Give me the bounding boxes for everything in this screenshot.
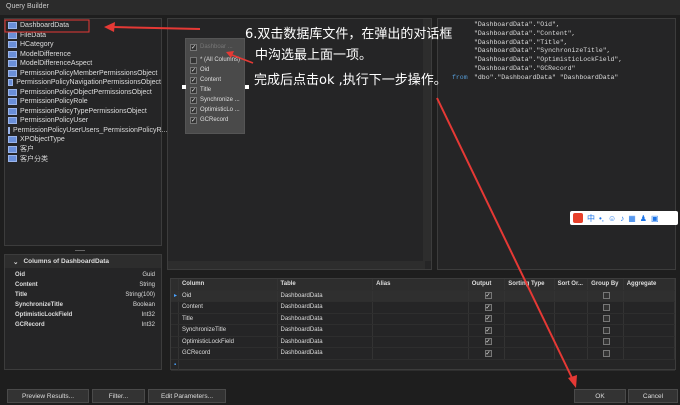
arrow-head-ok — [568, 375, 577, 388]
arrow-head-table — [104, 22, 115, 32]
highlight-box — [4, 19, 90, 33]
arrow-to-node — [231, 54, 254, 64]
arrow-to-ok — [436, 97, 574, 381]
arrow-head-node — [226, 51, 234, 58]
arrow-to-table — [111, 26, 201, 30]
annotation-arrows — [4, 19, 577, 388]
